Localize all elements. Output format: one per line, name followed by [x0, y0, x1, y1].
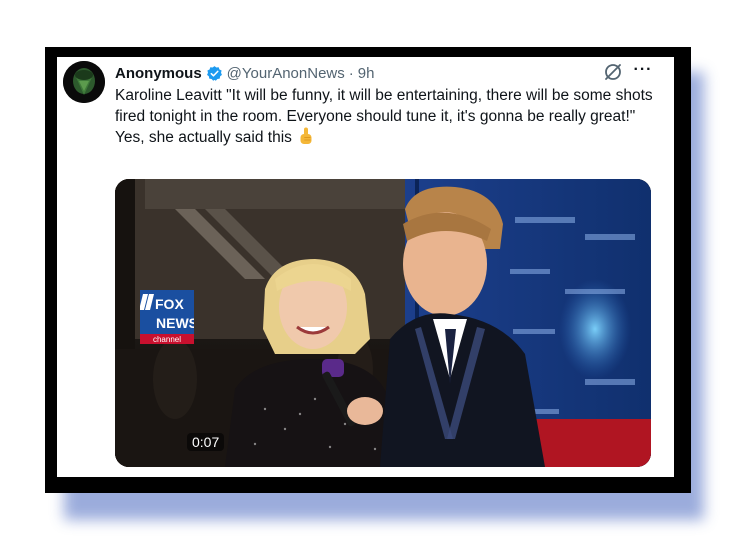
verified-badge-icon [206, 65, 223, 82]
author-name[interactable]: Anonymous [115, 65, 202, 82]
avatar[interactable] [63, 61, 105, 103]
video-timestamp: 0:07 [187, 433, 225, 451]
tweet-text-line2-wrapper: Yes, she actually said this [115, 127, 660, 148]
separator-dot: · [348, 64, 354, 82]
tweet-time[interactable]: 9h [358, 65, 375, 82]
grok-icon[interactable] [602, 61, 624, 83]
logo-text-top: FOX [155, 296, 184, 312]
author-handle[interactable]: @YourAnonNews [227, 65, 345, 82]
video-player[interactable]: 0:07 [115, 179, 651, 467]
more-options-icon[interactable]: ··· [631, 61, 655, 83]
tweet-text: Karoline Leavitt "It will be funny, it w… [115, 85, 660, 148]
logo-text-bottom: NEWS [156, 315, 194, 331]
tweet-text-line1: Karoline Leavitt "It will be funny, it w… [115, 87, 653, 125]
pointing-up-emoji [298, 127, 314, 145]
fox-news-logo: FOX NEWS channel [139, 290, 198, 344]
tweet-text-line2: Yes, she actually said this [115, 129, 292, 146]
tweet-header: Anonymous @YourAnonNews · 9h [115, 63, 374, 83]
logo-channel: channel [153, 335, 181, 344]
tweet-card[interactable]: Anonymous @YourAnonNews · 9h ··· Karolin… [57, 57, 674, 477]
